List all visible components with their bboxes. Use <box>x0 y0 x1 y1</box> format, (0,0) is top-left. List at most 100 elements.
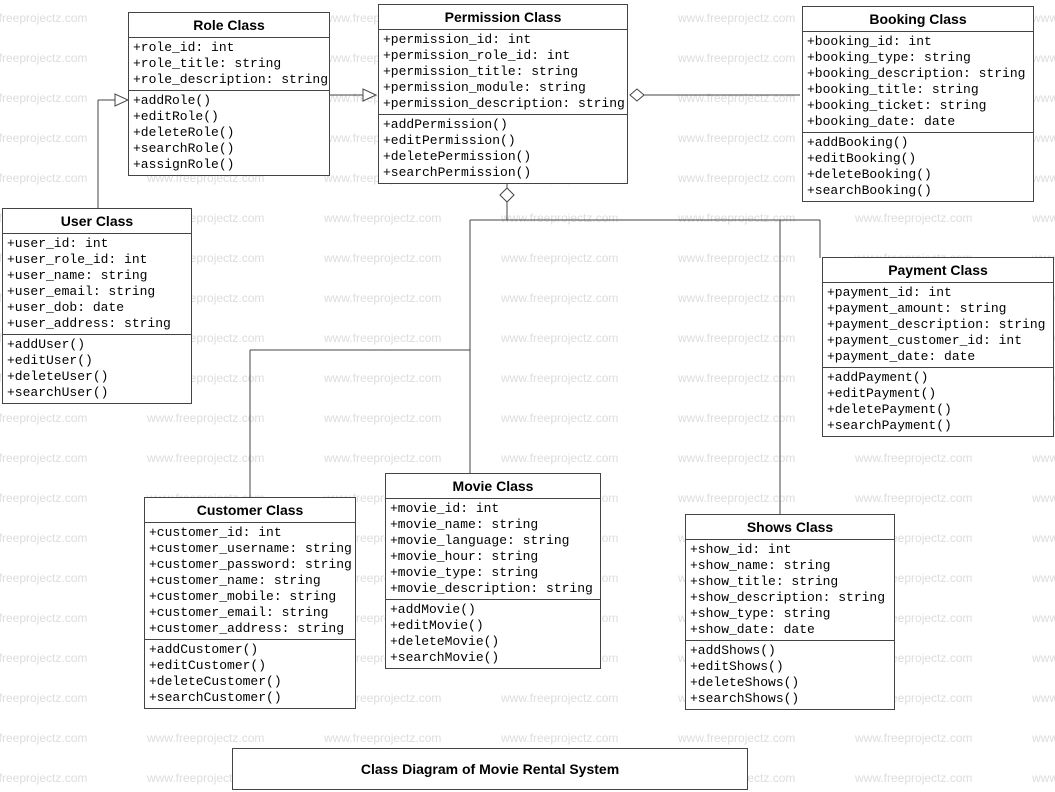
uml-row: +booking_ticket: string <box>807 98 1029 114</box>
class-user: User Class +user_id: int+user_role_id: i… <box>2 208 192 404</box>
uml-row: +editUser() <box>7 353 187 369</box>
uml-row: +deletePermission() <box>383 149 623 165</box>
uml-row: +show_name: string <box>690 558 890 574</box>
uml-row: +payment_description: string <box>827 317 1049 333</box>
uml-row: +permission_id: int <box>383 32 623 48</box>
attributes: +show_id: int+show_name: string+show_tit… <box>686 540 894 641</box>
uml-row: +role_title: string <box>133 56 325 72</box>
methods: +addUser()+editUser()+deleteUser()+searc… <box>3 335 191 403</box>
uml-row: +editShows() <box>690 659 890 675</box>
diagram-title: Class Diagram of Movie Rental System <box>232 748 748 790</box>
uml-row: +role_id: int <box>133 40 325 56</box>
uml-row: +addUser() <box>7 337 187 353</box>
uml-row: +editBooking() <box>807 151 1029 167</box>
class-title: User Class <box>3 209 191 234</box>
methods: +addPayment()+editPayment()+deletePaymen… <box>823 368 1053 436</box>
attributes: +customer_id: int+customer_username: str… <box>145 523 355 640</box>
uml-row: +movie_hour: string <box>390 549 596 565</box>
uml-row: +searchBooking() <box>807 183 1029 199</box>
uml-row: +user_id: int <box>7 236 187 252</box>
uml-row: +editPayment() <box>827 386 1049 402</box>
uml-row: +booking_type: string <box>807 50 1029 66</box>
uml-row: +customer_username: string <box>149 541 351 557</box>
attributes: +permission_id: int+permission_role_id: … <box>379 30 627 115</box>
class-booking: Booking Class +booking_id: int+booking_t… <box>802 6 1034 202</box>
uml-row: +user_address: string <box>7 316 187 332</box>
uml-row: +booking_date: date <box>807 114 1029 130</box>
uml-row: +movie_id: int <box>390 501 596 517</box>
uml-row: +movie_type: string <box>390 565 596 581</box>
uml-row: +permission_module: string <box>383 80 623 96</box>
uml-row: +movie_name: string <box>390 517 596 533</box>
class-title: Shows Class <box>686 515 894 540</box>
uml-row: +deleteRole() <box>133 125 325 141</box>
class-title: Permission Class <box>379 5 627 30</box>
uml-row: +deleteMovie() <box>390 634 596 650</box>
uml-row: +addRole() <box>133 93 325 109</box>
class-title: Payment Class <box>823 258 1053 283</box>
uml-row: +searchUser() <box>7 385 187 401</box>
uml-row: +user_dob: date <box>7 300 187 316</box>
uml-row: +searchMovie() <box>390 650 596 666</box>
attributes: +booking_id: int+booking_type: string+bo… <box>803 32 1033 133</box>
uml-row: +deletePayment() <box>827 402 1049 418</box>
class-movie: Movie Class +movie_id: int+movie_name: s… <box>385 473 601 669</box>
uml-row: +booking_description: string <box>807 66 1029 82</box>
uml-row: +customer_address: string <box>149 621 351 637</box>
uml-row: +payment_date: date <box>827 349 1049 365</box>
uml-row: +customer_id: int <box>149 525 351 541</box>
uml-row: +permission_description: string <box>383 96 623 112</box>
uml-row: +searchPermission() <box>383 165 623 181</box>
class-title: Booking Class <box>803 7 1033 32</box>
methods: +addPermission()+editPermission()+delete… <box>379 115 627 183</box>
uml-row: +editCustomer() <box>149 658 351 674</box>
uml-row: +editRole() <box>133 109 325 125</box>
uml-row: +searchCustomer() <box>149 690 351 706</box>
uml-row: +show_title: string <box>690 574 890 590</box>
class-role: Role Class +role_id: int+role_title: str… <box>128 12 330 176</box>
attributes: +movie_id: int+movie_name: string+movie_… <box>386 499 600 600</box>
uml-row: +permission_title: string <box>383 64 623 80</box>
uml-row: +customer_mobile: string <box>149 589 351 605</box>
uml-row: +user_role_id: int <box>7 252 187 268</box>
uml-row: +user_name: string <box>7 268 187 284</box>
class-title: Movie Class <box>386 474 600 499</box>
uml-row: +searchRole() <box>133 141 325 157</box>
methods: +addCustomer()+editCustomer()+deleteCust… <box>145 640 355 708</box>
attributes: +payment_id: int+payment_amount: string+… <box>823 283 1053 368</box>
class-shows: Shows Class +show_id: int+show_name: str… <box>685 514 895 710</box>
uml-row: +payment_id: int <box>827 285 1049 301</box>
uml-row: +show_type: string <box>690 606 890 622</box>
uml-row: +deleteBooking() <box>807 167 1029 183</box>
uml-row: +editMovie() <box>390 618 596 634</box>
uml-row: +permission_role_id: int <box>383 48 623 64</box>
uml-row: +searchPayment() <box>827 418 1049 434</box>
uml-row: +show_id: int <box>690 542 890 558</box>
class-payment: Payment Class +payment_id: int+payment_a… <box>822 257 1054 437</box>
uml-row: +addPermission() <box>383 117 623 133</box>
uml-row: +addBooking() <box>807 135 1029 151</box>
uml-row: +show_description: string <box>690 590 890 606</box>
uml-row: +searchShows() <box>690 691 890 707</box>
uml-row: +assignRole() <box>133 157 325 173</box>
class-permission: Permission Class +permission_id: int+per… <box>378 4 628 184</box>
uml-row: +movie_language: string <box>390 533 596 549</box>
uml-row: +deleteShows() <box>690 675 890 691</box>
attributes: +user_id: int+user_role_id: int+user_nam… <box>3 234 191 335</box>
uml-row: +payment_customer_id: int <box>827 333 1049 349</box>
uml-row: +role_description: string <box>133 72 325 88</box>
uml-row: +show_date: date <box>690 622 890 638</box>
methods: +addBooking()+editBooking()+deleteBookin… <box>803 133 1033 201</box>
attributes: +role_id: int+role_title: string+role_de… <box>129 38 329 91</box>
methods: +addRole()+editRole()+deleteRole()+searc… <box>129 91 329 175</box>
uml-row: +movie_description: string <box>390 581 596 597</box>
methods: +addMovie()+editMovie()+deleteMovie()+se… <box>386 600 600 668</box>
uml-row: +booking_title: string <box>807 82 1029 98</box>
class-title: Customer Class <box>145 498 355 523</box>
uml-row: +addShows() <box>690 643 890 659</box>
uml-row: +payment_amount: string <box>827 301 1049 317</box>
uml-row: +addMovie() <box>390 602 596 618</box>
uml-row: +editPermission() <box>383 133 623 149</box>
methods: +addShows()+editShows()+deleteShows()+se… <box>686 641 894 709</box>
class-title: Role Class <box>129 13 329 38</box>
